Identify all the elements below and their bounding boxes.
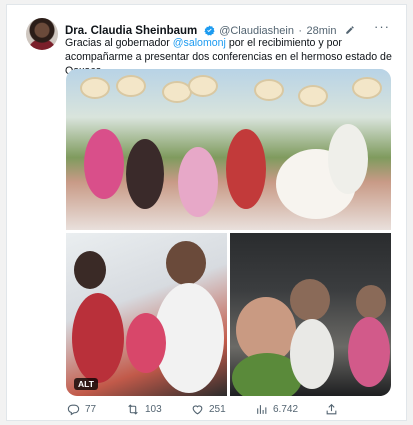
like-count: 251 (209, 404, 226, 415)
more-options-icon[interactable]: ··· (374, 19, 390, 34)
avatar[interactable] (26, 18, 58, 50)
photo-car-selfie[interactable] (230, 233, 391, 396)
heart-icon (192, 405, 203, 415)
media-grid: ALT (66, 69, 391, 396)
like-button[interactable]: 251 (191, 403, 226, 416)
tweet-card[interactable]: Dra. Claudia Sheinbaum @Claudiashein · 2… (6, 4, 407, 421)
retweet-count: 103 (145, 404, 162, 415)
mention-link[interactable]: @salomonj (173, 37, 226, 49)
alt-text-badge[interactable]: ALT (74, 378, 98, 390)
tweet-text-part: Gracias al gobernador (65, 37, 173, 49)
share-icon (326, 403, 337, 415)
reply-icon (67, 404, 80, 416)
photo-group-hats[interactable] (66, 69, 391, 230)
action-bar: 77 103 251 6.742 (67, 403, 397, 417)
views-count: 6.742 (273, 404, 299, 415)
tweet-header: Dra. Claudia Sheinbaum @Claudiashein · 2… (65, 19, 394, 37)
reply-button[interactable]: 77 (67, 403, 96, 416)
photo-greeting[interactable]: ALT (66, 233, 227, 396)
reply-count: 77 (85, 404, 97, 415)
retweet-button[interactable]: 103 (126, 403, 162, 416)
views-button[interactable]: 6.742 (255, 403, 298, 416)
retweet-icon (128, 404, 138, 415)
views-chart-icon (257, 405, 267, 414)
share-button[interactable] (325, 403, 338, 416)
